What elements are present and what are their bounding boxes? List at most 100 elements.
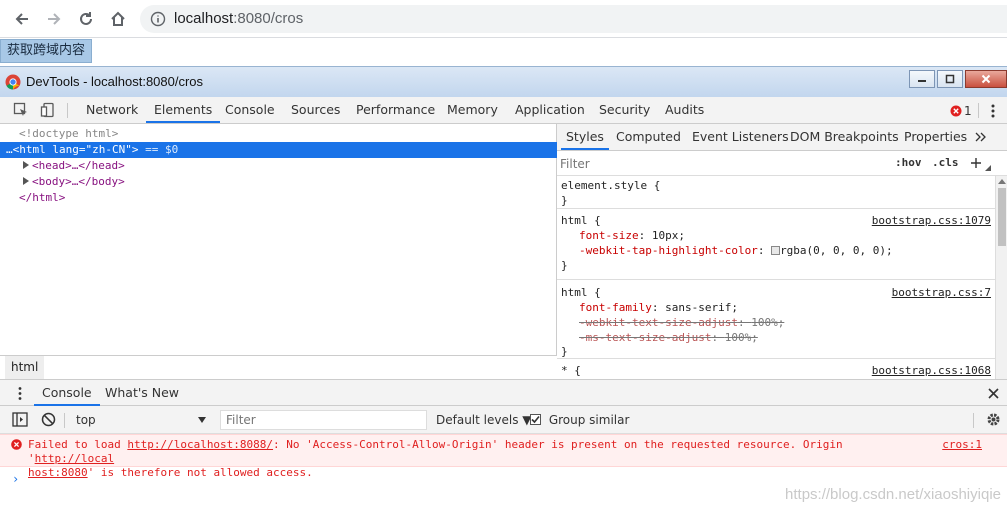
rule-selector: html {: [561, 214, 601, 227]
console-toolbar: top Default levels ▼ Group similar: [0, 406, 1007, 434]
tab-event-listeners[interactable]: Event Listeners: [692, 124, 789, 150]
device-toolbar-icon[interactable]: [40, 102, 56, 118]
forward-button[interactable]: [42, 7, 66, 31]
console-output: Failed to load http://localhost:8088/: N…: [0, 434, 1007, 516]
tab-dom-breakpoints[interactable]: DOM Breakpoints: [790, 124, 899, 150]
expand-triangle-icon[interactable]: [22, 177, 30, 185]
maximize-button[interactable]: [937, 70, 963, 88]
tab-memory[interactable]: Memory: [447, 97, 498, 123]
corner-triangle-icon: [985, 165, 991, 171]
browser-toolbar: localhost:8080/cros: [0, 0, 1007, 38]
context-selector[interactable]: top: [70, 410, 210, 430]
rule-source-link[interactable]: bootstrap.css:1079: [872, 213, 991, 228]
drawer-tab-bar: Console What's New: [0, 379, 1007, 406]
rule-source-link[interactable]: bootstrap.css:7: [892, 285, 991, 300]
minimize-icon: [918, 80, 926, 82]
fetch-cross-domain-button[interactable]: 获取跨域内容: [0, 39, 93, 63]
styles-scrollbar[interactable]: [995, 176, 1007, 379]
error-source-link[interactable]: cros:1: [942, 438, 982, 451]
drawer-tab-console[interactable]: Console: [34, 380, 100, 406]
property-name: -webkit-tap-highlight-color: [579, 244, 758, 257]
close-drawer-icon[interactable]: [988, 388, 999, 399]
dom-node-html[interactable]: …<html lang="zh-CN"> == $0: [0, 142, 557, 158]
add-rule-icon[interactable]: [970, 157, 982, 169]
tab-console[interactable]: Console: [225, 97, 275, 123]
style-rule-universal[interactable]: * { bootstrap.css:1068: [557, 359, 995, 379]
show-sidebar-icon[interactable]: [12, 412, 28, 427]
html-open-tag: <html: [12, 143, 46, 156]
tab-computed[interactable]: Computed: [616, 124, 681, 150]
window-close-button[interactable]: [965, 70, 1007, 88]
color-swatch[interactable]: [771, 246, 781, 255]
console-filter-input[interactable]: [220, 410, 427, 430]
breadcrumb-item-html[interactable]: html: [5, 356, 45, 379]
dom-node-head[interactable]: <head>…</head>: [0, 158, 557, 174]
head-tag: <head>…</head>: [32, 159, 125, 172]
hover-state-toggle[interactable]: :hov: [895, 156, 922, 169]
inspect-element-icon[interactable]: [13, 102, 29, 118]
page-content: 获取跨域内容: [0, 38, 1007, 68]
tab-sources[interactable]: Sources: [291, 97, 340, 123]
drawer-tab-whats-new[interactable]: What's New: [105, 380, 179, 406]
error-icon: [11, 439, 22, 450]
tab-styles[interactable]: Styles: [561, 124, 609, 150]
drawer-menu-icon[interactable]: [17, 386, 23, 401]
style-rule-html-1[interactable]: html { bootstrap.css:1079 font-size: 10p…: [557, 209, 995, 280]
info-icon[interactable]: [150, 11, 166, 27]
style-rule-html-2[interactable]: html { bootstrap.css:7 font-family: sans…: [557, 280, 995, 359]
property-name: font-family: [579, 301, 652, 314]
tab-properties[interactable]: Properties: [904, 124, 967, 150]
tab-performance[interactable]: Performance: [356, 97, 435, 123]
log-levels-dropdown[interactable]: Default levels ▼: [436, 410, 532, 430]
tab-security[interactable]: Security: [599, 97, 650, 123]
dom-node-doctype[interactable]: <!doctype html>: [0, 126, 557, 142]
back-button[interactable]: [10, 7, 34, 31]
group-similar-checkbox[interactable]: [530, 414, 541, 425]
css-property[interactable]: font-family: sans-serif;: [579, 300, 738, 315]
tab-network[interactable]: Network: [86, 97, 138, 123]
devtools-titlebar[interactable]: DevTools - localhost:8080/cros: [0, 67, 1007, 97]
arrow-left-icon: [15, 13, 28, 25]
devtools-window-title: DevTools - localhost:8080/cros: [26, 74, 204, 89]
double-chevron-right-icon[interactable]: [975, 132, 987, 142]
dom-node-body[interactable]: <body>…</body>: [0, 174, 557, 190]
tab-application[interactable]: Application: [515, 97, 585, 123]
property-value: 100%;: [724, 331, 758, 344]
more-options-icon[interactable]: [988, 103, 998, 119]
tab-audits[interactable]: Audits: [665, 97, 704, 123]
error-origin-link[interactable]: http://local: [35, 452, 114, 465]
error-origin-link-cont[interactable]: host:8080: [28, 466, 88, 479]
group-similar-option[interactable]: Group similar: [530, 410, 629, 430]
home-button[interactable]: [106, 7, 130, 31]
console-error-message[interactable]: Failed to load http://localhost:8088/: N…: [0, 434, 1007, 479]
reload-button[interactable]: [74, 7, 98, 31]
rule-source-link[interactable]: bootstrap.css:1068: [872, 363, 991, 378]
expand-triangle-icon[interactable]: [22, 161, 30, 169]
rule-close: }: [561, 194, 568, 207]
css-property-overridden[interactable]: -ms-text-size-adjust: 100%;: [579, 330, 758, 345]
class-toggle[interactable]: .cls: [932, 156, 959, 169]
styles-filter-input[interactable]: [560, 154, 885, 173]
property-value: 100%;: [751, 316, 785, 329]
scrollbar-thumb[interactable]: [998, 188, 1006, 246]
clear-console-icon[interactable]: [41, 412, 56, 427]
dom-node-html-close[interactable]: </html>: [0, 190, 557, 206]
style-rule-element[interactable]: element.style { }: [557, 176, 995, 209]
styles-sidebar: Styles Computed Event Listeners DOM Brea…: [557, 124, 1007, 379]
gear-icon[interactable]: [986, 412, 1001, 427]
minimize-button[interactable]: [909, 70, 935, 88]
address-bar[interactable]: localhost:8080/cros: [140, 5, 1007, 33]
body-tag: <body>…</body>: [32, 175, 125, 188]
console-prompt[interactable]: ›: [12, 472, 19, 486]
scroll-up-icon[interactable]: [998, 178, 1006, 184]
error-text: Failed to load http://localhost:8088/: N…: [28, 438, 928, 480]
html-attr-name: lang: [52, 143, 79, 156]
tab-elements[interactable]: Elements: [146, 97, 221, 123]
error-url-link[interactable]: http://localhost:8088/: [127, 438, 273, 451]
css-property-overridden[interactable]: -webkit-text-size-adjust: 100%;: [579, 315, 784, 330]
css-property[interactable]: font-size: 10px;: [579, 228, 685, 243]
css-property[interactable]: -webkit-tap-highlight-color: rgba(0, 0, …: [579, 243, 893, 258]
property-value: sans-serif;: [665, 301, 738, 314]
selected-node-marker: == $0: [138, 143, 179, 156]
error-counter[interactable]: 1: [950, 103, 972, 118]
